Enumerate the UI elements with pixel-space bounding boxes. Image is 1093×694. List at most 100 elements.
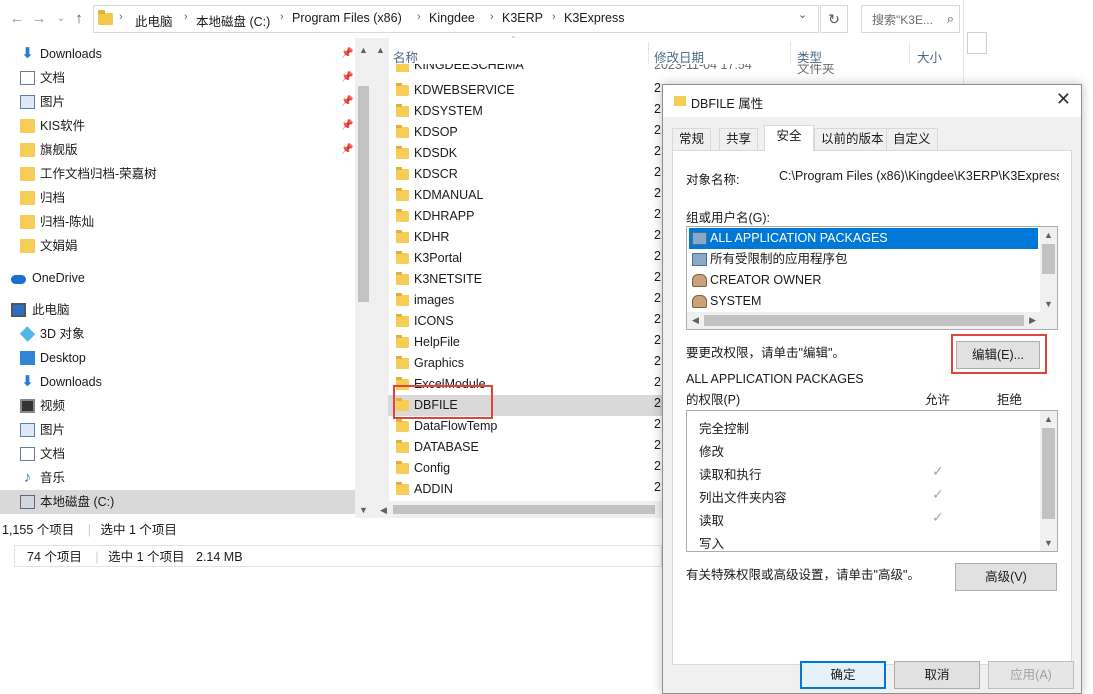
nav-item[interactable]: 文档 📌 <box>0 66 355 90</box>
scroll-up-icon[interactable]: ▲ <box>1044 414 1053 424</box>
file-row[interactable]: KDHRAPP <box>388 206 660 227</box>
pin-icon[interactable]: 📌 <box>341 42 353 66</box>
nav-item[interactable]: 归档-陈灿 <box>0 210 355 234</box>
nav-item[interactable]: OneDrive <box>0 266 355 290</box>
breadcrumb-local-disk[interactable]: 本地磁盘 (C:) <box>196 11 270 30</box>
dialog-title-bar[interactable]: DBFILE 属性 ✕ <box>663 85 1081 117</box>
file-name: Config <box>414 461 451 475</box>
nav-item[interactable]: ⬇ Downloads <box>0 370 355 394</box>
pin-icon[interactable]: 📌 <box>341 90 353 114</box>
back-arrow-icon[interactable]: ← <box>8 9 26 29</box>
address-dropdown-icon[interactable]: ⌄ <box>798 8 807 21</box>
file-row[interactable]: KDWEBSERVICE <box>388 80 660 101</box>
group-list-hscroll-thumb[interactable] <box>704 315 1024 326</box>
recent-dropdown-icon[interactable]: ⌄ <box>52 9 70 29</box>
refresh-button[interactable]: ↻ <box>820 5 848 33</box>
group-list-scroll-thumb[interactable] <box>1042 244 1055 274</box>
file-row[interactable]: Graphics <box>388 353 660 374</box>
cancel-button[interactable]: 取消 <box>894 661 980 689</box>
pin-icon[interactable]: 📌 <box>341 66 353 90</box>
file-date-partial: 2 <box>654 186 661 200</box>
nav-item[interactable]: 工作文档归档-荣嘉树 <box>0 162 355 186</box>
nav-item[interactable]: 本地磁盘 (C:) <box>0 490 355 514</box>
nav-item[interactable]: 视频 <box>0 394 355 418</box>
address-bar[interactable]: › 此电脑 › 本地磁盘 (C:) › Program Files (x86) … <box>93 5 819 33</box>
scroll-down-icon[interactable]: ▼ <box>1044 299 1053 309</box>
file-row-partial[interactable]: KINGDEESCHEMA 2023-11-04 17:54 文件夹 <box>388 64 963 76</box>
nav-item[interactable]: ⬇ Downloads 📌 <box>0 42 355 66</box>
column-divider[interactable] <box>648 42 649 64</box>
nav-item[interactable]: 3D 对象 <box>0 322 355 346</box>
file-row[interactable]: KDSYSTEM <box>388 101 660 122</box>
user-list-item[interactable]: 所有受限制的应用程序包 <box>689 249 1038 270</box>
scroll-right-icon[interactable]: ▶ <box>1029 315 1036 326</box>
scroll-down-icon[interactable]: ▼ <box>359 505 368 515</box>
close-icon[interactable]: ✕ <box>1056 89 1071 110</box>
permission-name: 读取 <box>699 514 725 528</box>
up-arrow-icon[interactable]: ↑ <box>70 9 88 29</box>
tab-customize[interactable]: 自定义 <box>886 128 938 150</box>
tab-security[interactable]: 安全 <box>764 125 814 151</box>
nav-item[interactable]: 此电脑 <box>0 298 355 322</box>
nav-item[interactable]: 旗舰版 📌 <box>0 138 355 162</box>
column-divider[interactable] <box>790 42 791 64</box>
file-row[interactable]: K3NETSITE <box>388 269 660 290</box>
nav-item[interactable]: KIS软件 📌 <box>0 114 355 138</box>
user-list-item[interactable]: SYSTEM <box>689 291 1038 312</box>
user-list-item[interactable]: CREATOR OWNER <box>689 270 1038 291</box>
item-count: 74 个项目 <box>27 550 82 564</box>
breadcrumb-this-pc[interactable]: 此电脑 <box>135 11 173 30</box>
folder-icon <box>396 440 409 453</box>
file-row[interactable]: images <box>388 290 660 311</box>
breadcrumb-k3express[interactable]: K3Express <box>564 11 624 25</box>
group-user-list[interactable]: SYSTEM CREATOR OWNER 所有受限制的应用程序包 ALL APPLIC… <box>686 226 1058 330</box>
file-row[interactable]: KDMANUAL <box>388 185 660 206</box>
scroll-left-icon[interactable]: ◀ <box>380 505 387 516</box>
ok-button[interactable]: 确定 <box>800 661 886 689</box>
file-row[interactable]: KDHR <box>388 227 660 248</box>
forward-arrow-icon[interactable]: → <box>30 9 48 29</box>
nav-item[interactable]: 图片 <box>0 418 355 442</box>
file-row[interactable]: DATABASE <box>388 437 660 458</box>
search-input[interactable]: 搜索"K3E... ⌕ <box>861 5 960 33</box>
user-list-item[interactable]: ALL APPLICATION PACKAGES <box>689 228 1038 249</box>
folder-icon <box>674 96 686 106</box>
tab-sharing[interactable]: 共享 <box>719 128 759 150</box>
file-name: KDSYSTEM <box>414 104 483 118</box>
scroll-left-icon[interactable]: ◀ <box>692 315 699 326</box>
nav-scroll-thumb[interactable] <box>358 86 369 302</box>
pin-icon[interactable]: 📌 <box>341 138 353 162</box>
breadcrumb-program-files[interactable]: Program Files (x86) <box>292 11 402 25</box>
tab-previous-versions[interactable]: 以前的版本 <box>814 128 891 150</box>
nav-item[interactable]: 文娟娟 <box>0 234 355 258</box>
file-row[interactable]: Config <box>388 458 660 479</box>
nav-item[interactable]: 文档 <box>0 442 355 466</box>
column-divider[interactable] <box>909 42 910 64</box>
scroll-up-icon[interactable]: ▲ <box>359 45 368 55</box>
file-row[interactable]: ICONS <box>388 311 660 332</box>
file-row[interactable]: HelpFile <box>388 332 660 353</box>
advanced-hint: 有关特殊权限或高级设置，请单击"高级"。 <box>686 568 920 582</box>
file-row[interactable]: ADDIN <box>388 479 660 500</box>
file-row[interactable]: KDSCR <box>388 164 660 185</box>
scroll-down-icon[interactable]: ▼ <box>1044 538 1053 548</box>
nav-item[interactable]: Desktop <box>0 346 355 370</box>
perm-list-scroll-thumb[interactable] <box>1042 428 1055 519</box>
breadcrumb-kingdee[interactable]: Kingdee <box>429 11 475 25</box>
nav-item[interactable]: 归档 <box>0 186 355 210</box>
tab-general[interactable]: 常规 <box>672 128 712 150</box>
file-row[interactable]: DataFlowTemp <box>388 416 660 437</box>
file-row[interactable]: K3Portal <box>388 248 660 269</box>
scroll-up-icon[interactable]: ▲ <box>1044 230 1053 240</box>
permissions-list[interactable]: ▲ ▼ 完全控制 修改 读取和执行 ✓ 列出文件夹内容 ✓ 读取 ✓ 写入 <box>686 410 1058 552</box>
file-row[interactable]: KDSOP <box>388 122 660 143</box>
apply-button[interactable]: 应用(A) <box>988 661 1074 689</box>
nav-item[interactable]: 图片 📌 <box>0 90 355 114</box>
music-icon: ♪ <box>23 469 32 486</box>
nav-item[interactable]: ♪ 音乐 <box>0 466 355 490</box>
list-hscroll-thumb[interactable] <box>393 505 655 514</box>
breadcrumb-k3erp[interactable]: K3ERP <box>502 11 543 25</box>
file-row[interactable]: KDSDK <box>388 143 660 164</box>
pin-icon[interactable]: 📌 <box>341 114 353 138</box>
advanced-button[interactable]: 高级(V) <box>955 563 1057 591</box>
